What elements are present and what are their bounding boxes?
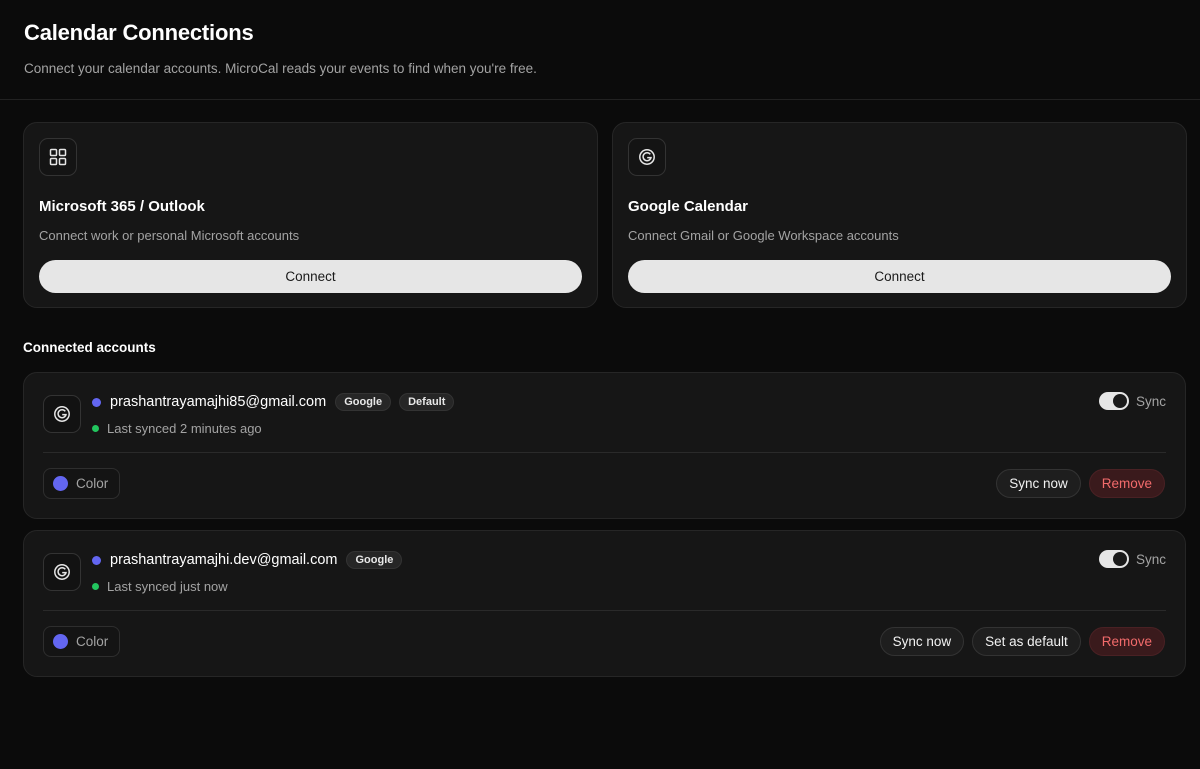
connect-microsoft-button[interactable]: Connect — [39, 260, 582, 293]
page-title: Calendar Connections — [24, 20, 254, 45]
page-header: Calendar Connections Connect your calend… — [0, 0, 1200, 100]
set-default-button[interactable]: Set as default — [972, 627, 1081, 656]
sync-toggle-group: Sync — [1098, 392, 1166, 410]
toggle-knob — [1112, 394, 1127, 408]
sync-status-text: Last synced 2 minutes ago — [107, 421, 262, 436]
provider-list: Microsoft 365 / Outlook Connect work or … — [23, 122, 1187, 308]
account-actions: Sync now Set as default Remove — [879, 627, 1165, 656]
page-subtitle: Connect your calendar accounts. MicroCal… — [24, 61, 537, 76]
provider-description: Connect work or personal Microsoft accou… — [39, 228, 300, 243]
sync-status-text: Last synced just now — [107, 579, 228, 594]
account-card: prashantrayamajhi.dev@gmail.com Google L… — [23, 530, 1186, 677]
account-actions: Sync now Remove — [996, 469, 1165, 498]
sync-now-button[interactable]: Sync now — [996, 469, 1081, 498]
account-email: prashantrayamajhi.dev@gmail.com — [110, 552, 338, 568]
connect-google-button[interactable]: Connect — [628, 260, 1171, 293]
divider — [43, 452, 1166, 453]
status-dot — [92, 583, 99, 590]
account-color-dot — [92, 555, 101, 565]
account-card: prashantrayamajhi85@gmail.com Google Def… — [23, 372, 1186, 519]
status-dot — [92, 425, 99, 432]
default-badge: Default — [399, 393, 455, 411]
sync-now-button[interactable]: Sync now — [879, 627, 965, 656]
account-email: prashantrayamajhi85@gmail.com — [110, 394, 327, 410]
sync-status: Last synced just now — [92, 579, 228, 594]
color-swatch — [53, 476, 68, 491]
google-icon — [628, 138, 666, 176]
provider-name: Google Calendar — [628, 198, 749, 215]
provider-card-google: Google Calendar Connect Gmail or Google … — [612, 122, 1187, 308]
sync-status: Last synced 2 minutes ago — [92, 421, 262, 436]
grid-icon — [39, 138, 77, 176]
account-header: prashantrayamajhi.dev@gmail.com Google — [92, 551, 403, 569]
account-color-dot — [92, 397, 101, 407]
sync-toggle[interactable] — [1098, 392, 1129, 410]
remove-button[interactable]: Remove — [1088, 469, 1165, 498]
provider-description: Connect Gmail or Google Workspace accoun… — [628, 228, 899, 243]
toggle-knob — [1112, 552, 1127, 566]
provider-badge: Google — [335, 393, 392, 411]
divider — [43, 610, 1166, 611]
sync-toggle[interactable] — [1098, 550, 1129, 568]
provider-name: Microsoft 365 / Outlook — [39, 198, 205, 215]
color-label: Color — [76, 476, 109, 491]
google-icon — [43, 395, 81, 433]
sync-label: Sync — [1135, 551, 1166, 567]
color-picker-button[interactable]: Color — [43, 468, 121, 499]
color-label: Color — [76, 634, 109, 649]
color-picker-button[interactable]: Color — [43, 626, 121, 657]
account-header: prashantrayamajhi85@gmail.com Google Def… — [92, 393, 455, 411]
connected-accounts-title: Connected accounts — [23, 340, 156, 355]
provider-badge: Google — [346, 551, 403, 569]
color-swatch — [53, 634, 68, 649]
sync-toggle-group: Sync — [1098, 550, 1166, 568]
sync-label: Sync — [1135, 393, 1166, 409]
provider-card-microsoft: Microsoft 365 / Outlook Connect work or … — [23, 122, 598, 308]
remove-button[interactable]: Remove — [1088, 627, 1165, 656]
google-icon — [43, 553, 81, 591]
